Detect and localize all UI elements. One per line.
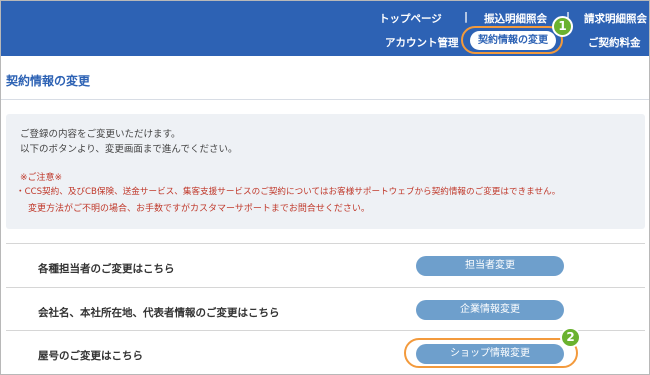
row-label-contact: 各種担当者のご変更はこちら bbox=[38, 263, 175, 275]
warning-line: 変更方法がご不明の場合、お手数ですがカスタマーサポートまでお問合せください。 bbox=[28, 204, 370, 214]
page-title: 契約情報の変更 bbox=[6, 74, 91, 88]
row-label-shop: 屋号のご変更はこちら bbox=[38, 350, 143, 362]
info-box: ご登録の内容をご変更いただけます。 以下のボタンより、変更画面まで進んでください… bbox=[6, 114, 645, 229]
list-item: 会社名、本社所在地、代表者情報のご変更はこちら 企業情報変更 bbox=[6, 287, 645, 330]
nav-billing-details[interactable]: 請求明細照会 bbox=[584, 11, 647, 26]
row-label-company: 会社名、本社所在地、代表者情報のご変更はこちら bbox=[38, 307, 280, 319]
nav-contract-fee[interactable]: ご契約料金 bbox=[588, 35, 641, 50]
change-company-button[interactable]: 企業情報変更 bbox=[416, 300, 564, 320]
warning-title: ※ご注意※ bbox=[20, 173, 63, 183]
nav-account-management[interactable]: アカウント管理 bbox=[385, 35, 459, 50]
step-badge-1: 1 bbox=[552, 16, 573, 37]
info-line: 以下のボタンより、変更画面まで進んでください。 bbox=[20, 144, 238, 155]
nav-transfer-details[interactable]: 振込明細照会 bbox=[484, 11, 547, 26]
info-line: ご登録の内容をご変更いただけます。 bbox=[20, 129, 181, 140]
warning-line: ・CCS契約、及びCB保険、送金サービス、集客支援サービスのご契約についてはお客… bbox=[16, 187, 561, 197]
step-badge-2: 2 bbox=[560, 327, 581, 348]
nav-separator: | bbox=[464, 10, 469, 23]
title-divider bbox=[1, 99, 649, 100]
change-contact-button[interactable]: 担当者変更 bbox=[416, 256, 564, 276]
list-item: 各種担当者のご変更はこちら 担当者変更 bbox=[6, 243, 645, 287]
nav-top-page[interactable]: トップページ bbox=[379, 11, 442, 26]
callout-highlight-2 bbox=[404, 338, 578, 368]
callout-highlight-1 bbox=[461, 26, 563, 54]
